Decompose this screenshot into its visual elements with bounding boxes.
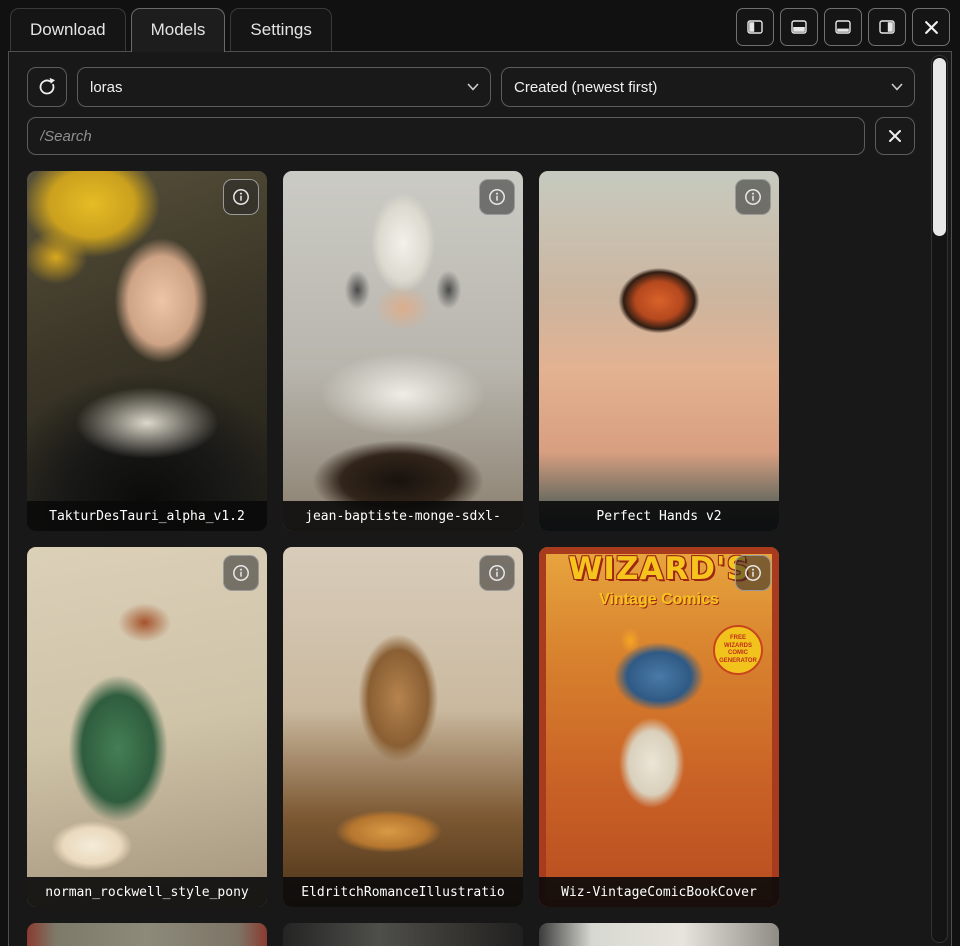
model-card[interactable]: TakturDesTauri_alpha_v1.2 bbox=[27, 171, 267, 531]
model-card[interactable]: norman_rockwell_style_pony bbox=[27, 547, 267, 907]
model-card[interactable]: jean-baptiste-monge-sdxl- bbox=[283, 171, 523, 531]
scrollbar[interactable] bbox=[931, 55, 948, 943]
search-input[interactable] bbox=[27, 117, 865, 155]
tab-models[interactable]: Models bbox=[131, 8, 226, 52]
model-card[interactable] bbox=[27, 923, 267, 946]
refresh-button[interactable] bbox=[27, 67, 67, 107]
panel-right-icon bbox=[879, 20, 895, 34]
badge-line: FREE bbox=[730, 635, 746, 643]
model-preview-image bbox=[283, 171, 523, 531]
card-info-button[interactable] bbox=[735, 555, 771, 591]
model-preview-image bbox=[27, 547, 267, 907]
model-preview-image: WIZARD'S Vintage Comics FREE WIZARDS COM… bbox=[539, 547, 779, 907]
model-card[interactable] bbox=[539, 923, 779, 946]
model-preview-image bbox=[283, 923, 523, 946]
model-name-caption: norman_rockwell_style_pony bbox=[27, 877, 267, 907]
model-preview-image bbox=[27, 923, 267, 946]
scrollbar-thumb[interactable] bbox=[933, 58, 946, 236]
info-icon bbox=[488, 188, 506, 206]
close-window-button[interactable] bbox=[912, 8, 950, 46]
sort-select-wrap: Created (newest first) bbox=[501, 67, 915, 107]
search-row bbox=[27, 117, 915, 155]
comic-cover-subtitle: Vintage Comics bbox=[539, 591, 779, 609]
info-icon bbox=[232, 188, 250, 206]
model-browser-window: Download Models Settings bbox=[0, 0, 960, 946]
clear-search-button[interactable] bbox=[875, 117, 915, 155]
model-preview-image bbox=[283, 547, 523, 907]
info-icon bbox=[744, 188, 762, 206]
model-grid: TakturDesTauri_alpha_v1.2 jean-baptiste-… bbox=[27, 171, 933, 946]
panel-right-toggle-button[interactable] bbox=[868, 8, 906, 46]
model-name-caption: EldritchRomanceIllustratio bbox=[283, 877, 523, 907]
model-preview-image bbox=[27, 171, 267, 531]
badge-line: COMIC bbox=[728, 650, 748, 658]
badge-line: WIZARDS bbox=[724, 643, 752, 651]
badge-line: GENERATOR bbox=[719, 658, 757, 666]
card-info-button[interactable] bbox=[479, 555, 515, 591]
model-card[interactable]: EldritchRomanceIllustratio bbox=[283, 547, 523, 907]
card-info-button[interactable] bbox=[479, 179, 515, 215]
panel-bottom-toggle-button[interactable] bbox=[780, 8, 818, 46]
models-panel: loras Created (newest first) bbox=[8, 51, 952, 946]
models-toolbar: loras Created (newest first) bbox=[27, 67, 915, 107]
panel-left-icon bbox=[747, 20, 763, 34]
panel-bottom-bar-toggle-button[interactable] bbox=[824, 8, 862, 46]
window-controls bbox=[736, 8, 950, 46]
panel-left-toggle-button[interactable] bbox=[736, 8, 774, 46]
model-name-caption: Wiz-VintageComicBookCover bbox=[539, 877, 779, 907]
model-name-caption: TakturDesTauri_alpha_v1.2 bbox=[27, 501, 267, 531]
model-card[interactable]: WIZARD'S Vintage Comics FREE WIZARDS COM… bbox=[539, 547, 779, 907]
card-info-button[interactable] bbox=[735, 179, 771, 215]
info-icon bbox=[488, 564, 506, 582]
card-info-button[interactable] bbox=[223, 555, 259, 591]
model-type-select-wrap: loras bbox=[77, 67, 491, 107]
sort-select[interactable]: Created (newest first) bbox=[501, 67, 915, 107]
panel-bottom-bar-icon bbox=[835, 20, 851, 34]
info-icon bbox=[744, 564, 762, 582]
model-card[interactable]: Perfect Hands v2 bbox=[539, 171, 779, 531]
close-icon bbox=[924, 20, 939, 35]
tab-settings[interactable]: Settings bbox=[230, 8, 331, 51]
model-card[interactable] bbox=[283, 923, 523, 946]
model-preview-image bbox=[539, 171, 779, 531]
comic-cover-badge: FREE WIZARDS COMIC GENERATOR bbox=[713, 625, 763, 675]
model-name-caption: Perfect Hands v2 bbox=[539, 501, 779, 531]
model-name-caption: jean-baptiste-monge-sdxl- bbox=[283, 501, 523, 531]
model-preview-image bbox=[539, 923, 779, 946]
panel-bottom-icon bbox=[791, 20, 807, 34]
card-info-button[interactable] bbox=[223, 179, 259, 215]
info-icon bbox=[232, 564, 250, 582]
model-type-select[interactable]: loras bbox=[77, 67, 491, 107]
refresh-icon bbox=[37, 77, 57, 97]
tab-download[interactable]: Download bbox=[10, 8, 126, 51]
close-icon bbox=[888, 129, 902, 143]
